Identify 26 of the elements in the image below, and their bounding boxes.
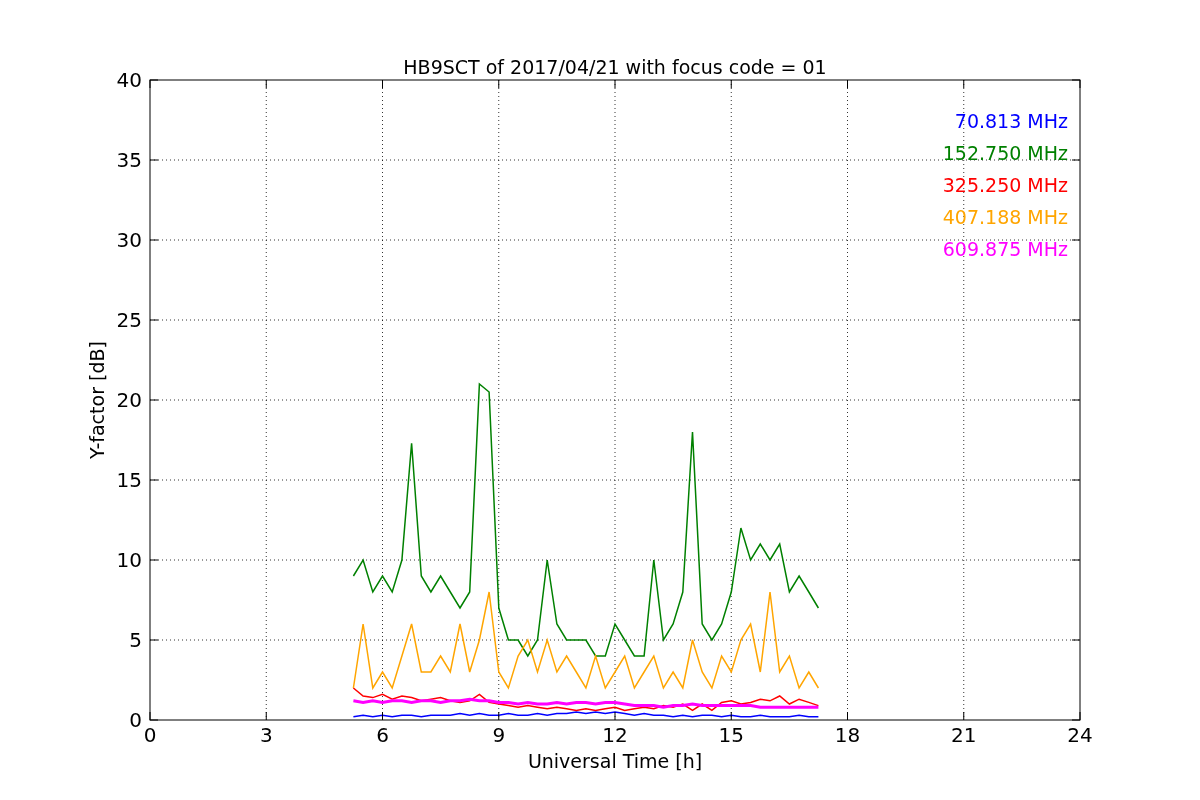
y-tick-label: 40 xyxy=(116,68,142,92)
y-tick-label: 25 xyxy=(116,308,142,332)
y-axis-label: Y-factor [dB] xyxy=(86,341,108,459)
legend-label: 152.750 MHz xyxy=(942,142,1068,164)
y-tick-label: 30 xyxy=(116,228,142,252)
y-tick-label: 20 xyxy=(116,388,142,412)
x-tick-label: 3 xyxy=(259,723,273,747)
legend-label: 407.188 MHz xyxy=(942,206,1068,228)
x-tick-label: 24 xyxy=(1067,723,1093,747)
legend-label: 70.813 MHz xyxy=(954,110,1068,132)
x-tick-label: 12 xyxy=(602,723,628,747)
y-tick-label: 0 xyxy=(129,708,142,732)
legend-label: 325.250 MHz xyxy=(942,174,1068,196)
x-tick-label: 6 xyxy=(376,723,389,747)
x-tick-label: 9 xyxy=(492,723,506,747)
chart-title: HB9SCT of 2017/04/21 with focus code = 01 xyxy=(403,56,827,78)
y-tick-label: 15 xyxy=(116,468,142,492)
x-tick-label: 18 xyxy=(834,723,861,747)
y-tick-label: 35 xyxy=(116,148,142,172)
x-tick-label: 15 xyxy=(718,723,744,747)
y-tick-label: 10 xyxy=(116,548,142,572)
x-tick-label: 0 xyxy=(143,723,157,747)
y-tick-label: 5 xyxy=(129,628,142,652)
legend-label: 609.875 MHz xyxy=(942,238,1068,260)
x-axis-label: Universal Time [h] xyxy=(527,750,703,772)
x-tick-label: 21 xyxy=(951,723,977,747)
